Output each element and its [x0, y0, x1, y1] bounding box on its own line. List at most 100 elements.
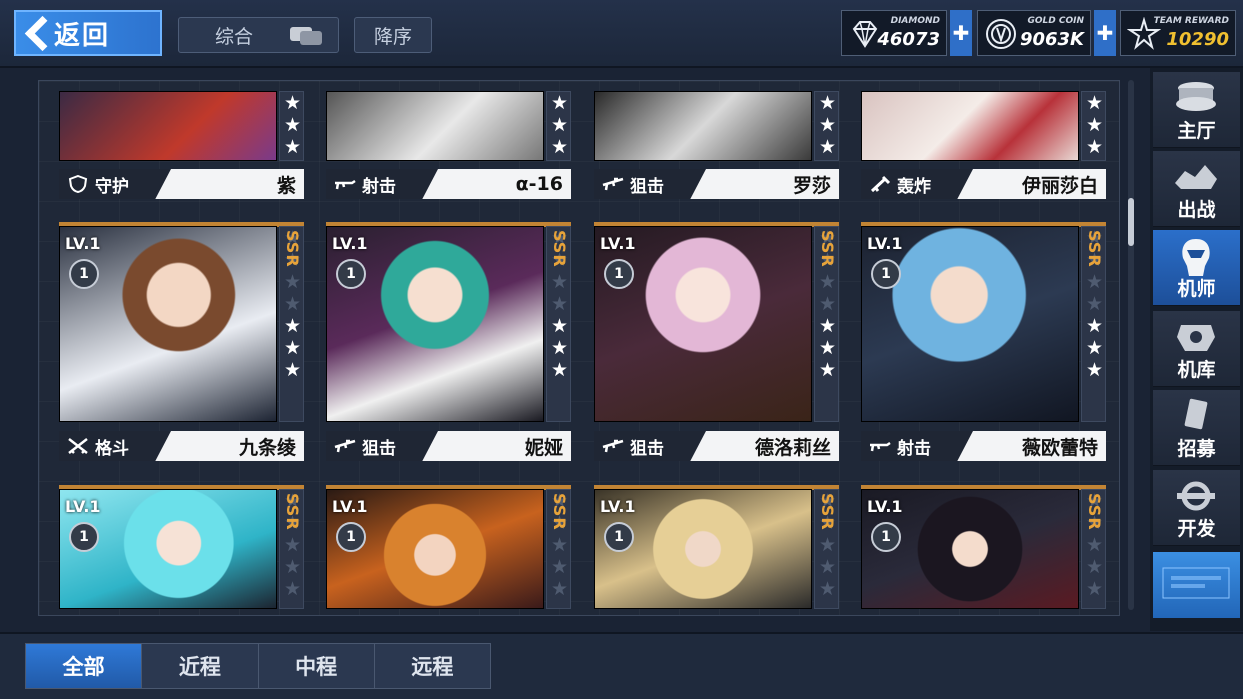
nav-decoration — [1153, 552, 1240, 618]
sniper-icon — [602, 439, 624, 453]
scrollbar-thumb[interactable] — [1128, 198, 1134, 246]
pilot-class: 守护 — [95, 176, 129, 197]
pilot-class: 轰炸 — [897, 176, 931, 197]
pilot-name: 罗莎 — [792, 174, 831, 197]
add-diamond-button[interactable]: ✚ — [950, 10, 972, 56]
tab-long-range[interactable]: 远程 — [374, 644, 490, 688]
pilot-name: 薇欧蕾特 — [1021, 436, 1098, 459]
team-reward-label: TEAM REWARD — [1153, 16, 1229, 26]
team-reward-value: 10290 — [1166, 29, 1229, 50]
pilot-portrait — [326, 91, 544, 161]
range-filter-tabs: 全部 近程 中程 远程 — [25, 643, 491, 689]
tab-close-range[interactable]: 近程 — [142, 644, 259, 688]
nav-develop[interactable]: 开发 — [1153, 470, 1240, 546]
rifle-icon — [870, 441, 891, 452]
add-gold-coin-button[interactable]: ✚ — [1094, 10, 1116, 56]
pilot-name: 妮娅 — [524, 436, 563, 459]
pilot-level: LV.1 — [600, 497, 636, 516]
nav-label: 机库 — [1177, 359, 1216, 381]
tab-mid-range[interactable]: 中程 — [258, 644, 375, 688]
team-reward-counter: TEAM REWARD 10290 — [1120, 10, 1236, 56]
star-rating: ★ ★ ★ — [546, 91, 571, 161]
pilot-class: 狙击 — [630, 438, 664, 459]
main-hall-icon — [1176, 82, 1216, 111]
rifle-icon — [335, 179, 356, 190]
nav-pilot[interactable]: 机师 — [1153, 230, 1240, 306]
roster-scrollbar[interactable] — [1128, 80, 1134, 610]
pilot-class: 狙击 — [630, 176, 664, 197]
rarity-label: SSR — [283, 230, 302, 268]
pilot-icon — [1182, 239, 1210, 276]
gold-coin-counter: GOLD COIN 9063K — [977, 10, 1091, 56]
pilot-level: LV.1 — [65, 497, 101, 516]
tab-all[interactable]: 全部 — [26, 644, 143, 688]
gold-coin-label: GOLD COIN — [1027, 16, 1084, 26]
nav-label: 机师 — [1177, 278, 1216, 300]
toggle-view-icon — [290, 27, 324, 45]
pilot-name: 九条绫 — [238, 436, 296, 459]
diamond-counter: DIAMOND 46073 — [841, 10, 947, 56]
sort-mode-button[interactable]: 综合 — [178, 17, 339, 53]
sort-order-button[interactable]: 降序 — [354, 17, 432, 53]
rank-badge: 1 — [871, 522, 901, 552]
pilot-portrait — [59, 91, 277, 161]
shield-icon — [68, 175, 88, 193]
pilot-nameplate: 狙击 德洛莉丝 — [594, 431, 839, 461]
back-button[interactable]: 返回 — [14, 10, 162, 56]
nav-label: 出战 — [1177, 199, 1216, 221]
pilot-name: α-16 — [515, 173, 563, 195]
nav-hangar[interactable]: 机库 — [1153, 311, 1240, 387]
rank-badge: 1 — [604, 522, 634, 552]
nav-main-hall[interactable]: 主厅 — [1153, 72, 1240, 148]
pilot-level: LV.1 — [600, 234, 636, 253]
bomb-launcher-icon — [870, 175, 891, 193]
pilot-portrait — [326, 226, 544, 422]
crossed-swords-icon — [68, 438, 88, 454]
rarity-label: SSR — [283, 493, 302, 531]
diamond-value: 46073 — [877, 29, 940, 50]
sort-order-label: 降序 — [373, 25, 412, 48]
develop-icon — [1177, 481, 1215, 511]
pilot-nameplate: 守护 紫 — [59, 169, 304, 199]
star-rating: ★ ★ ★ — [1081, 91, 1106, 161]
pilot-name: 伊丽莎白 — [1021, 174, 1098, 197]
sniper-icon — [602, 177, 624, 191]
side-navigation: 主厅 出战 机师 机库 招募 开发 — [1150, 68, 1243, 631]
pilot-level: LV.1 — [65, 234, 101, 253]
rank-badge: 1 — [336, 259, 366, 289]
rarity-label: SSR — [550, 493, 569, 531]
nav-recruit[interactable]: 招募 — [1153, 390, 1240, 466]
pilot-nameplate: 轰炸 伊丽莎白 — [861, 169, 1106, 199]
pilot-class: 射击 — [362, 176, 396, 197]
pilot-class: 格斗 — [95, 438, 129, 459]
gold-coin-icon — [986, 19, 1016, 49]
sniper-icon — [334, 439, 356, 453]
sortie-icon — [1175, 165, 1217, 189]
nav-label: 开发 — [1177, 518, 1216, 540]
pilot-roster-panel: ★ ★ ★ 守护 紫 ★ ★ ★ 射击 α-16 ★ ★ ★ 狙击 罗莎 ★ ★ ★ — [38, 80, 1120, 616]
pilot-nameplate: 格斗 九条绫 — [59, 431, 304, 461]
pilot-level: LV.1 — [332, 497, 368, 516]
nav-label: 主厅 — [1177, 120, 1216, 142]
rank-badge: 1 — [871, 259, 901, 289]
rank-badge: 1 — [336, 522, 366, 552]
pilot-portrait — [861, 91, 1079, 161]
pilot-portrait — [594, 91, 812, 161]
rarity-label: SSR — [550, 230, 569, 268]
pilot-name: 紫 — [276, 174, 296, 197]
pilot-nameplate: 狙击 罗莎 — [594, 169, 839, 199]
rarity-label: SSR — [1085, 230, 1104, 268]
hangar-icon — [1177, 325, 1215, 351]
pilot-level: LV.1 — [332, 234, 368, 253]
star-rating: ★ ★ ★ — [279, 91, 304, 161]
rarity-label: SSR — [1085, 493, 1104, 531]
nav-label: 招募 — [1177, 438, 1216, 460]
bottom-bar: 全部 近程 中程 远程 — [0, 632, 1243, 699]
rarity-label: SSR — [818, 230, 837, 268]
nav-sortie[interactable]: 出战 — [1153, 151, 1240, 227]
pilot-portrait — [59, 226, 277, 422]
pilot-level: LV.1 — [867, 497, 903, 516]
pilot-name: 德洛莉丝 — [754, 436, 831, 459]
pilot-level: LV.1 — [867, 234, 903, 253]
star-rating: ★ ★ ★ — [814, 91, 839, 161]
